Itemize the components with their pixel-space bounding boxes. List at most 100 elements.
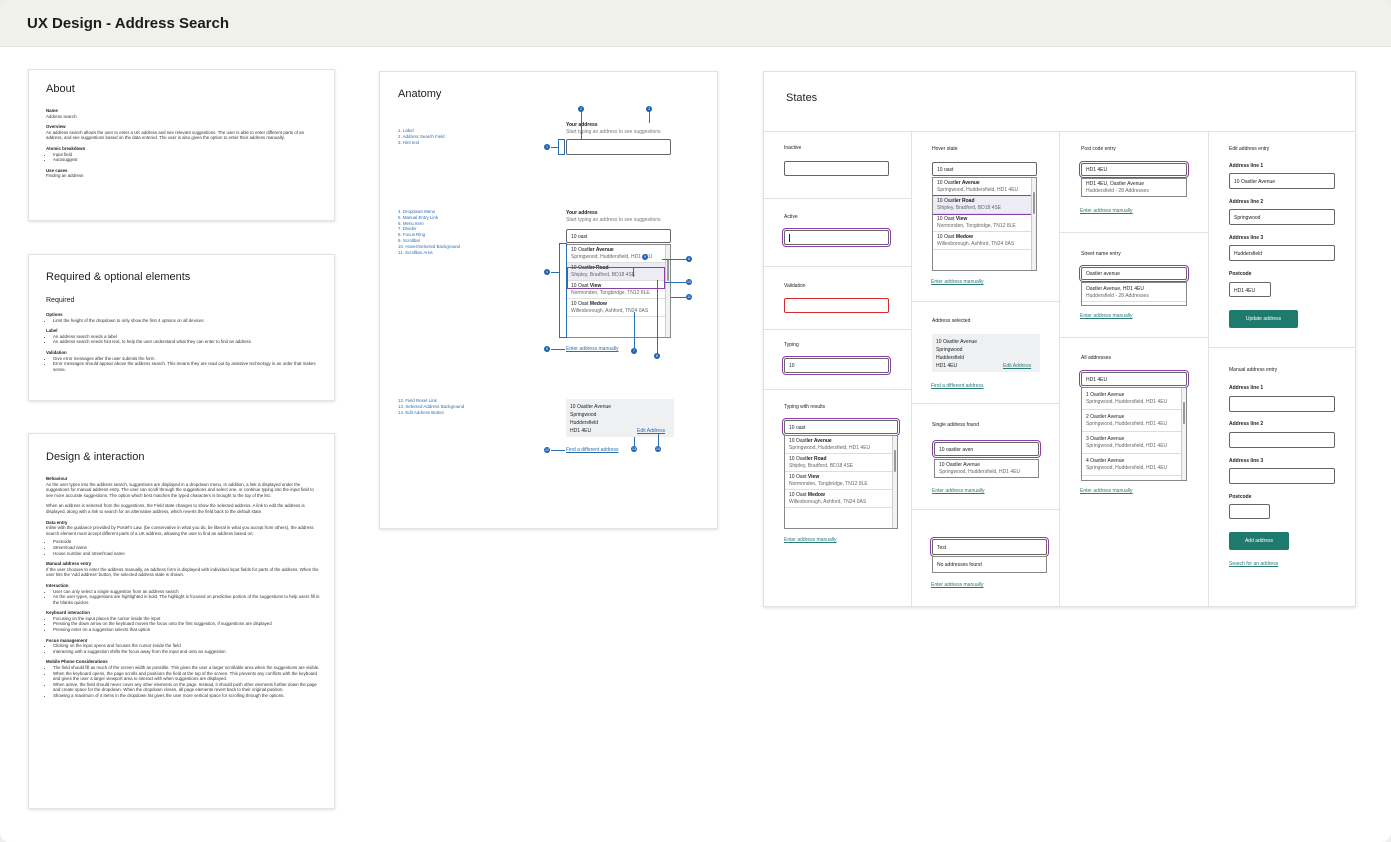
suggestion-item[interactable]: 10 Oastler Avenue Springwood, Huddersfiel… [567, 245, 670, 263]
typing-field[interactable]: 10 [782, 356, 891, 375]
data-entry-heading: Data entry [46, 519, 68, 525]
pin-13: 13 [631, 446, 637, 452]
divider [764, 266, 911, 267]
suggestion-item[interactable]: 10 Oastler Avenue Springwood, Huddersfiel… [785, 436, 897, 454]
states-title: States [786, 92, 818, 104]
canvas: UX Design - Address Search About Name Ad… [0, 0, 1391, 842]
anatomy-label-2: Your address [566, 210, 598, 216]
inactive-field[interactable] [784, 161, 889, 176]
required-body: Options Limit the height of the dropdown… [46, 312, 320, 372]
update-address-button[interactable]: Update address [1229, 310, 1298, 328]
state-typing-label: Typing [784, 342, 799, 348]
selected-different-link[interactable]: Find a different address [931, 383, 983, 389]
address-line: Springwood [936, 347, 963, 353]
search-address-link[interactable]: Search for an address [1229, 561, 1278, 567]
hover-field[interactable]: 10 oast [932, 162, 1037, 176]
pointer-line [551, 349, 565, 350]
single-manual-link[interactable]: Enter address manually [932, 488, 985, 494]
anatomy-edit-link[interactable]: Edit Address [637, 428, 665, 434]
suggestion-item[interactable]: 10 Oastler Avenue Springwood, Huddersfiel… [935, 460, 1038, 477]
edit-line2-field[interactable]: Springwood [1229, 209, 1335, 225]
postcode-field[interactable]: HD1 4EU [1079, 161, 1189, 178]
address-item[interactable]: 4 Oastler Avenue Springwood, Huddersfield… [1082, 454, 1186, 476]
suggestion-item[interactable]: 10 Oast Medow Willesborough, Ashford, TN2… [933, 232, 1036, 250]
active-field[interactable] [782, 228, 891, 247]
validation-heading: Validation [46, 349, 67, 355]
divider [1060, 232, 1208, 233]
hover-manual-link[interactable]: Enter address manually [931, 279, 984, 285]
about-overview-heading: Overview [46, 124, 66, 130]
single-found-dropdown: 10 Oastler Avenue Springwood, Huddersfiel… [934, 459, 1039, 478]
suggestion-item-hovered[interactable]: 10 Oastler Road Shipley, Bradford, BD18 4… [933, 195, 1036, 215]
street-manual-link[interactable]: Enter address manually [1080, 313, 1133, 319]
postcode-manual-link[interactable]: Enter address manually [1080, 208, 1133, 214]
divider [1209, 347, 1355, 348]
about-name-heading: Name [46, 108, 58, 113]
anatomy-search-field[interactable] [566, 139, 671, 155]
manual-line2-field[interactable] [1229, 432, 1335, 448]
anatomy-reset-link[interactable]: Find a different address [566, 447, 618, 453]
legend-item: 10. Hover/Selected Background [398, 243, 460, 249]
suggestion-item[interactable]: 10 Oastler Road Shipley, Bradford, BD18 4… [785, 454, 897, 472]
page-title: UX Design - Address Search [27, 15, 230, 32]
about-usecases-heading: Use cases [46, 167, 68, 173]
state-street-label: Street name entry [1081, 251, 1121, 257]
legend-item: 11. Scrollbar Area [398, 249, 433, 255]
state-postcode-label: Post code entry [1081, 146, 1116, 152]
list-item: When the keyboard opens, the page scroll… [53, 671, 320, 682]
state-inactive-label: Inactive [784, 145, 802, 151]
suggestion-item[interactable]: Oastler Avenue, HD1 4EU Huddersfield - 28… [1082, 283, 1186, 302]
no-results-manual-link[interactable]: Enter address manually [931, 582, 984, 588]
manual-line3-field[interactable] [1229, 468, 1335, 484]
anatomy-card: Anatomy 1. Label 2. Address Search Field… [379, 71, 718, 529]
manual-postcode-field[interactable] [1229, 504, 1270, 519]
address-item[interactable]: 2 Oastler Avenue Springwood, Huddersfield… [1082, 410, 1186, 432]
single-found-field[interactable]: 10 oastler aven [932, 440, 1041, 458]
about-atomic-heading: Atomic breakdown [46, 145, 86, 151]
suggestion-item[interactable]: 10 Oast Medow Willesborough, Ashford, TN2… [785, 490, 897, 508]
focus-heading: Focus management [46, 637, 88, 643]
legend-item: 3. Hint text [398, 139, 419, 145]
validation-field[interactable] [784, 298, 889, 313]
scrollbar[interactable] [1031, 178, 1036, 270]
suggestion-item[interactable]: 10 Oast Medow Willesborough, Ashford, TN2… [567, 299, 670, 317]
anatomy-manual-link[interactable]: Enter address manually [566, 346, 619, 352]
required-subtitle: Required [46, 297, 75, 304]
state-manual-entry-label: Manual address entry [1229, 367, 1278, 373]
add-address-button[interactable]: Add address [1229, 532, 1289, 550]
suggestion-item[interactable]: 10 Oast View Normonden, Tongbridge, TN12 … [933, 214, 1036, 232]
typing-manual-link[interactable]: Enter address manually [784, 537, 837, 543]
suggestion-item[interactable]: 10 Oastler Avenue Springwood, Huddersfiel… [933, 178, 1036, 196]
anatomy-legend-1: 1. Label 2. Address Search Field 3. Hint… [398, 128, 445, 145]
scrollbar[interactable] [892, 436, 897, 528]
about-card: About Name Address search Overview An ad… [28, 69, 335, 221]
street-field[interactable]: Oastler avenue [1079, 265, 1189, 282]
legend-item: 14. Edit Address Button [398, 409, 444, 415]
address-line: 10 Oastler Avenue [936, 339, 978, 345]
edit-line3-field[interactable]: Huddersfield [1229, 245, 1335, 261]
selected-edit-link[interactable]: Edit Address [1003, 363, 1031, 369]
pin-14: 14 [655, 446, 661, 452]
address-item[interactable]: 1 Oastler Avenue Springwood, Huddersfield… [1082, 388, 1186, 410]
pointer-line [658, 434, 659, 446]
all-addresses-field[interactable]: HD1 4EU [1079, 370, 1189, 388]
list-item: Showing a maximum of 4 items in the drop… [53, 693, 320, 699]
design-body: Behaviour As the user types into the add… [46, 476, 320, 699]
design-card: Design & interaction Behaviour As the us… [28, 433, 335, 809]
label-heading: Label [46, 328, 58, 334]
no-results-field[interactable]: Test [930, 537, 1049, 557]
list-item: When active, the field should never cove… [53, 682, 320, 693]
suggestion-item[interactable]: HD1 4EU, Oastler Avenue Huddersfield - 28… [1082, 179, 1186, 196]
edit-line1-label: Address line 1 [1229, 163, 1264, 169]
scrollbar[interactable] [1181, 388, 1186, 480]
typing-results-field[interactable]: 10 oast [782, 418, 900, 436]
suggestion-item[interactable]: 10 Oast View Normonden, Tongbridge, TN12 … [785, 472, 897, 490]
address-item[interactable]: 3 Oastler Avenue Springwood, Huddersfield… [1082, 432, 1186, 454]
manual-line1-field[interactable] [1229, 396, 1335, 412]
edit-line1-field[interactable]: 10 Oastler Avenue [1229, 173, 1335, 189]
pointer-line [551, 147, 558, 148]
edit-postcode-field[interactable]: HD1 4EU [1229, 282, 1271, 297]
anatomy-typed-field[interactable]: 10 oast [566, 229, 671, 243]
postcode-dropdown: HD1 4EU, Oastler Avenue Huddersfield - 28… [1081, 178, 1187, 197]
all-manual-link[interactable]: Enter address manually [1080, 488, 1133, 494]
